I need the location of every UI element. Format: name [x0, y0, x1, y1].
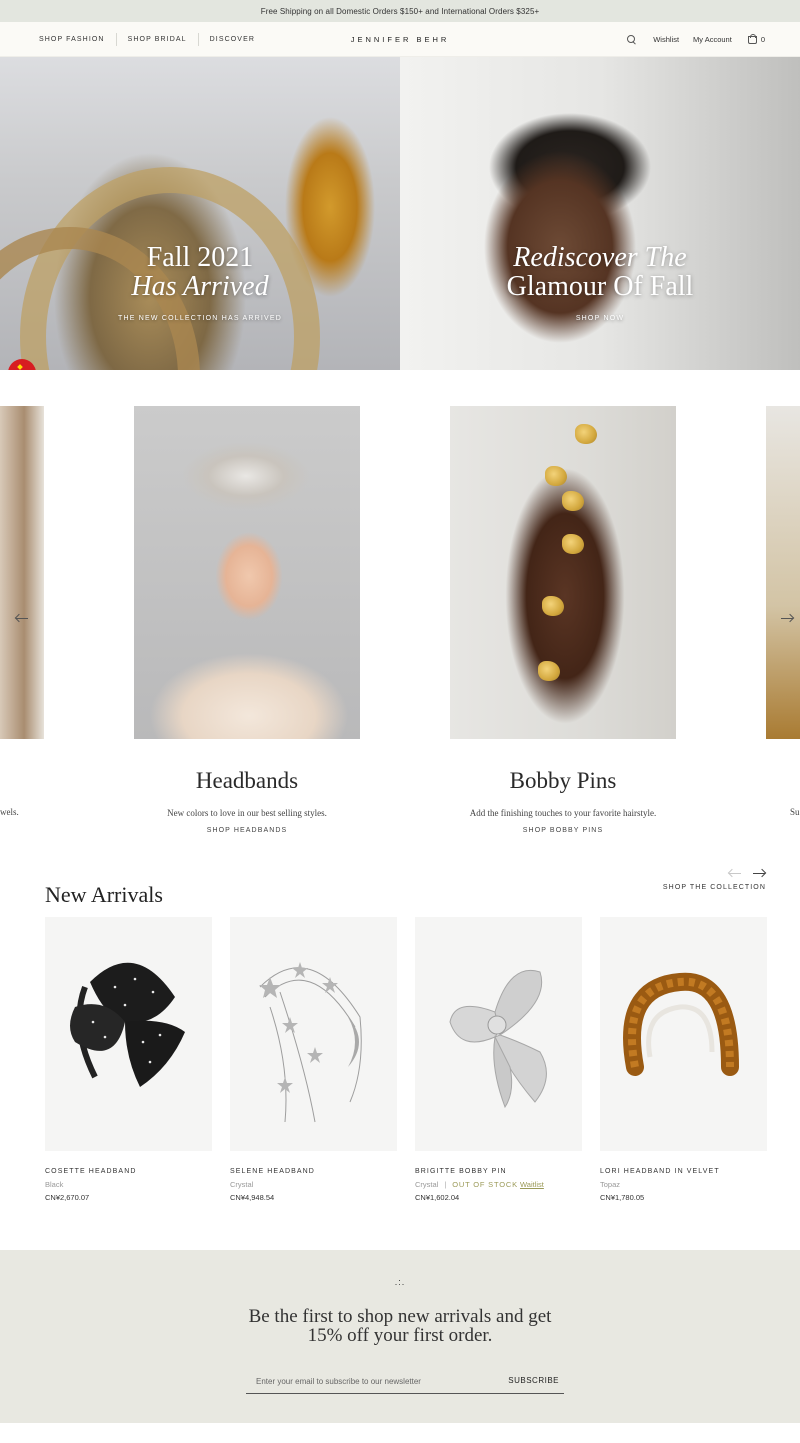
- product-variant: Black: [45, 1180, 64, 1189]
- cart-count: 0: [760, 35, 765, 44]
- product-card: Selene Headband Crystal CN¥4,948.54: [230, 917, 397, 1202]
- product-image-lori-headband[interactable]: [600, 917, 767, 1151]
- cart-button[interactable]: 0: [747, 33, 765, 44]
- waitlist-link[interactable]: Waitlist: [520, 1180, 544, 1189]
- category-image-bobby-pins[interactable]: [450, 406, 676, 739]
- subscribe-button[interactable]: Subscribe: [508, 1376, 559, 1385]
- product-price: CN¥2,670.07: [45, 1193, 90, 1202]
- butterfly-pin: [562, 491, 584, 511]
- product-name[interactable]: Cosette Headband: [45, 1168, 212, 1175]
- newsletter-title-line1: Be the first to shop new arrivals and ge…: [248, 1306, 552, 1327]
- category-carousel: wels. Su Headbands New colors to love in…: [0, 406, 800, 836]
- out-of-stock-badge: Out of Stock: [452, 1180, 518, 1189]
- nav-discover[interactable]: Discover: [199, 33, 266, 46]
- my-account-link[interactable]: My Account: [693, 35, 732, 44]
- carousel-next-arrow-icon[interactable]: [780, 611, 794, 625]
- product-price: CN¥1,780.05: [600, 1193, 645, 1202]
- category-image-partial-right[interactable]: [766, 406, 800, 739]
- product-card: Brigitte Bobby Pin Crystal | Out of Stock …: [415, 917, 582, 1202]
- butterfly-pin: [545, 466, 567, 486]
- search-icon[interactable]: [627, 34, 637, 45]
- utility-nav: Wishlist My Account 0: [627, 22, 765, 57]
- bow-headband-illustration: [70, 962, 185, 1087]
- wishlist-link[interactable]: Wishlist: [653, 35, 679, 44]
- carousel-prev-arrow-icon[interactable]: [15, 611, 29, 625]
- shop-the-collection-link[interactable]: Shop The Collection: [663, 884, 766, 891]
- butterfly-pin: [575, 424, 597, 444]
- site-header: Shop Fashion Shop Bridal Discover JENNIF…: [0, 22, 800, 57]
- main-nav: Shop Fashion Shop Bridal Discover: [39, 22, 266, 57]
- star-headband-illustration: [259, 962, 362, 1123]
- product-name[interactable]: Selene Headband: [230, 1168, 397, 1175]
- product-price: CN¥4,948.54: [230, 1193, 275, 1202]
- hero-banner-glamour[interactable]: Rediscover The Glamour Of Fall Shop Now: [400, 57, 800, 370]
- butterfly-pin: [538, 661, 560, 681]
- category-description: New colors to love in our best selling s…: [167, 808, 327, 818]
- product-variant: Topaz: [600, 1180, 621, 1189]
- product-variant-row: Crystal | Out of Stock Waitlist: [415, 1180, 544, 1189]
- newsletter-section: .:. Be the first to shop new arrivals an…: [0, 1250, 800, 1423]
- category-title: Headbands: [195, 768, 299, 793]
- nav-shop-fashion[interactable]: Shop Fashion: [39, 33, 117, 46]
- shop-headbands-link[interactable]: Shop Headbands: [134, 827, 360, 834]
- category-title: Bobby Pins: [509, 768, 617, 793]
- butterfly-pin: [542, 596, 564, 616]
- hero-right-caption: Rediscover The Glamour Of Fall Shop Now: [400, 243, 800, 322]
- hero-right-title-line2: Glamour Of Fall: [506, 271, 694, 302]
- product-card: Cosette Headband Black CN¥2,670.07: [45, 917, 212, 1202]
- new-arrivals-title: New Arrivals: [45, 882, 163, 907]
- product-variant: Crystal: [230, 1180, 254, 1189]
- announcement-text: Free Shipping on all Domestic Orders $15…: [260, 6, 540, 16]
- product-variant: Crystal: [415, 1180, 439, 1189]
- category-image-headbands[interactable]: [134, 406, 360, 739]
- newsletter-title-line2: 15% off your first order.: [307, 1325, 493, 1346]
- product-image-selene-headband[interactable]: [230, 917, 397, 1151]
- ornament-icon: .:.: [394, 1277, 406, 1287]
- crystal-bow-pin-illustration: [449, 970, 547, 1109]
- velvet-headband-illustration: [623, 972, 739, 1076]
- site-logo[interactable]: JENNIFER BEHR: [351, 35, 450, 44]
- newsletter-email-input[interactable]: [256, 1374, 496, 1388]
- category-headbands: Headbands New colors to love in our best…: [134, 766, 360, 834]
- category-partial-left-desc: wels.: [0, 807, 19, 817]
- product-image-cosette-headband[interactable]: [45, 917, 212, 1151]
- hero-left-title-line2: Has Arrived: [131, 271, 269, 302]
- product-name[interactable]: Brigitte Bobby Pin: [415, 1168, 582, 1175]
- hero-right-link[interactable]: Shop Now: [400, 315, 800, 322]
- product-image-brigitte-bobby-pin[interactable]: [415, 917, 582, 1151]
- hero-left-title-line1: Fall 2021: [146, 242, 254, 273]
- category-bobby-pins: Bobby Pins Add the finishing touches to …: [450, 766, 676, 834]
- hero-banner-fall-2021[interactable]: Fall 2021 Has Arrived The New Collection…: [0, 57, 400, 370]
- hero-right-title-line1: Rediscover The: [513, 242, 687, 273]
- product-card: Lori Headband in Velvet Topaz CN¥1,780.0…: [600, 917, 767, 1202]
- newsletter-form: Subscribe: [246, 1372, 564, 1394]
- butterfly-pin: [562, 534, 584, 554]
- product-name[interactable]: Lori Headband in Velvet: [600, 1168, 767, 1175]
- arrow-left-icon[interactable]: [728, 866, 742, 880]
- hero-left-caption: Fall 2021 Has Arrived The New Collection…: [0, 243, 400, 322]
- shop-bobby-pins-link[interactable]: Shop Bobby Pins: [450, 827, 676, 834]
- newsletter-title: Be the first to shop new arrivals and ge…: [0, 1307, 800, 1345]
- category-description: Add the finishing touches to your favori…: [469, 808, 657, 818]
- announcement-bar: Free Shipping on all Domestic Orders $15…: [0, 0, 800, 22]
- category-partial-right-desc: Su: [790, 807, 800, 817]
- shopping-bag-icon: [747, 33, 757, 44]
- arrow-right-icon[interactable]: [752, 866, 766, 880]
- category-image-partial-left[interactable]: [0, 406, 44, 739]
- hero-left-link[interactable]: The New Collection Has Arrived: [0, 315, 400, 322]
- product-price: CN¥1,602.04: [415, 1193, 460, 1202]
- nav-shop-bridal[interactable]: Shop Bridal: [117, 33, 199, 46]
- new-arrivals-arrows: [728, 866, 768, 880]
